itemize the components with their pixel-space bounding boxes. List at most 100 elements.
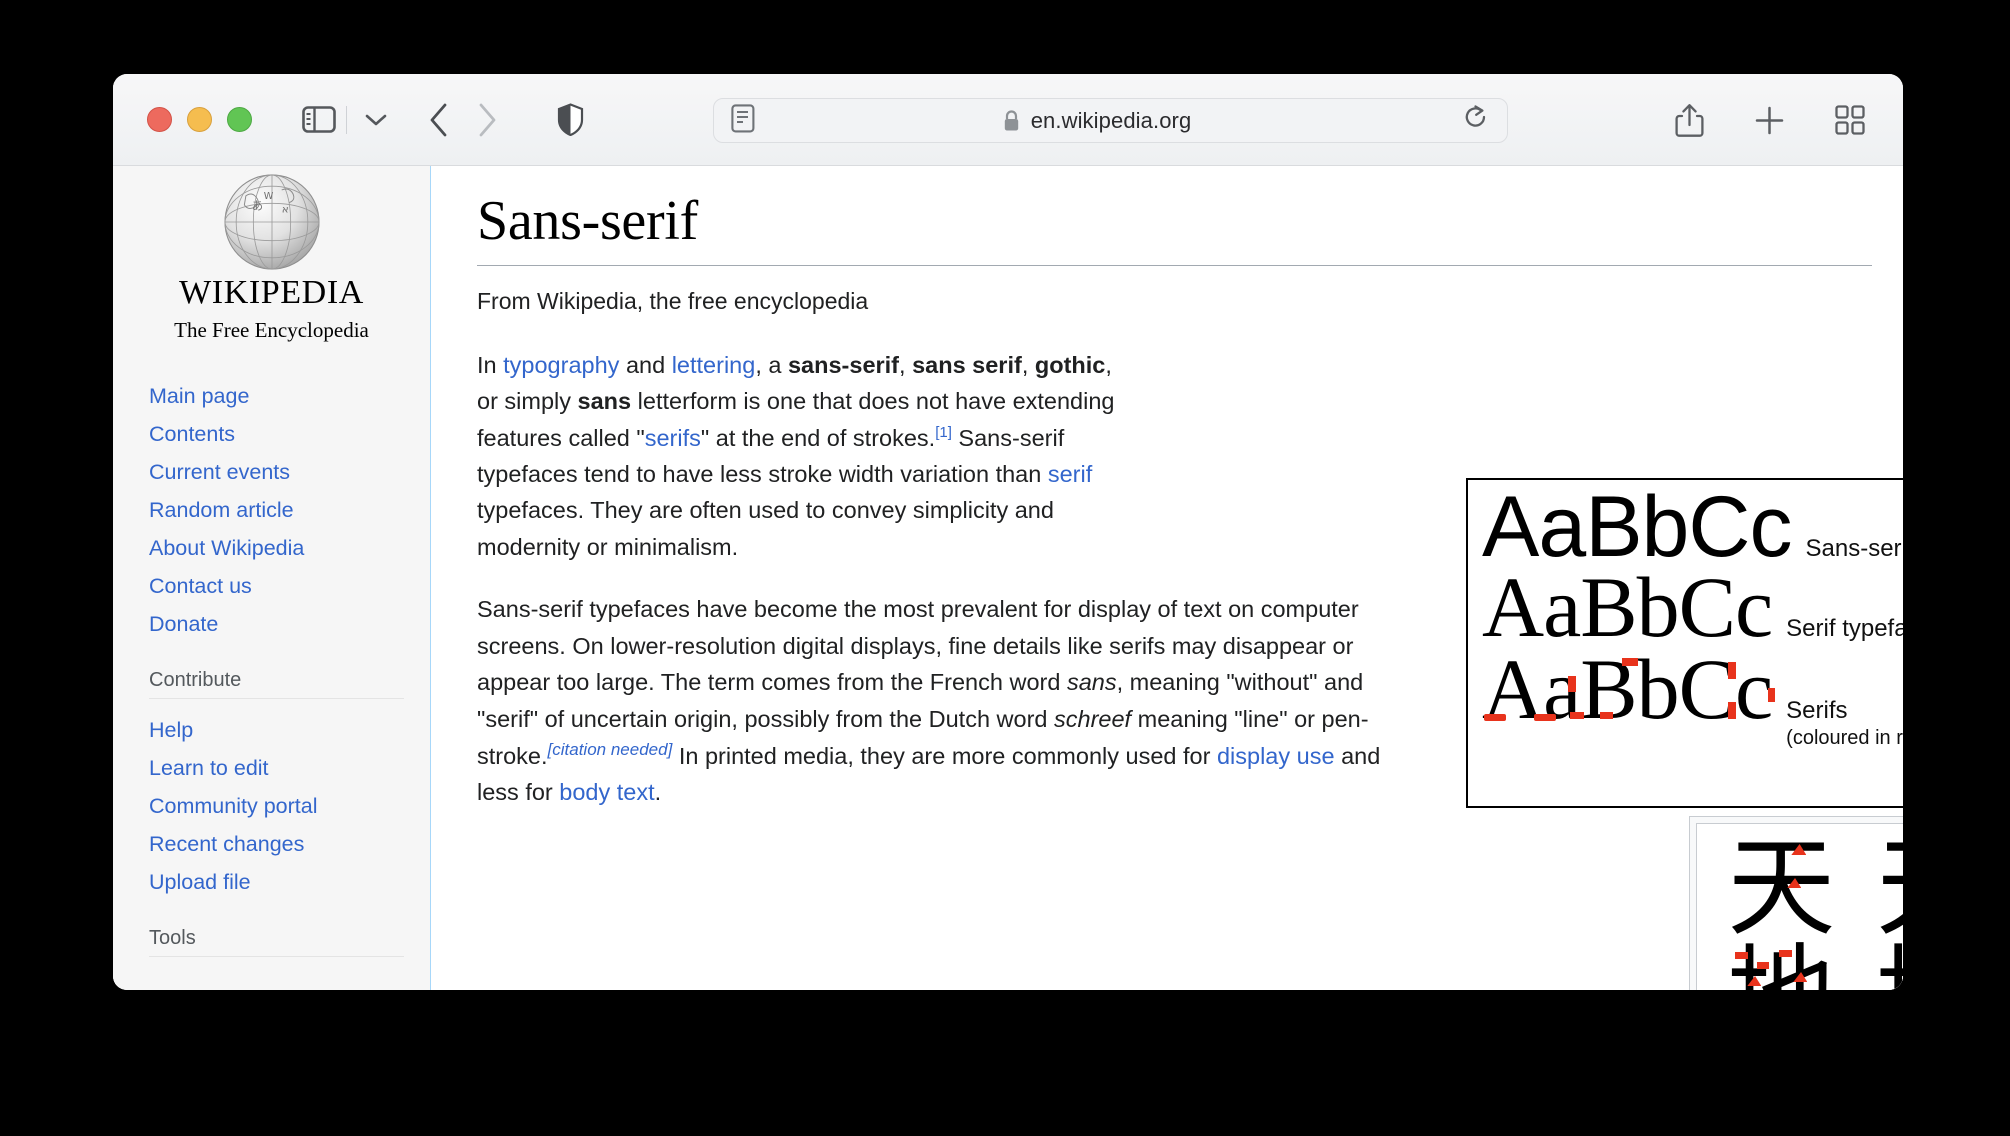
privacy-shield-icon — [557, 103, 584, 136]
cjk-sample-2: 天地 — [1857, 830, 1903, 990]
figure1-row-serif-highlighted: AaBbCc Serifs (coloured in r — [1468, 646, 1903, 751]
wikipedia-logo-block[interactable]: あ א W WIKIPEDIA The Free Encyclopedia — [113, 166, 430, 343]
serif-mark — [1779, 950, 1793, 957]
label-serif-red: Serifs (coloured in red) — [1786, 696, 1903, 751]
sidebar-item-contents[interactable]: Contents — [149, 415, 404, 453]
sidebar-item-contact-us[interactable]: Contact us — [149, 567, 404, 605]
cjk-chars-wrapper-1: 天地 — [1709, 830, 1835, 990]
title-divider — [477, 264, 1872, 266]
plus-icon — [1755, 106, 1784, 134]
figure1-row-sans: AaBbCc Sans-serif typeface — [1468, 484, 1903, 570]
toolbar-right-group — [1675, 74, 1865, 166]
cjk-typeface-figure[interactable]: 天地 天地 天地 — [1689, 816, 1903, 990]
serif-mark — [1728, 662, 1736, 679]
sidebar-heading-contribute: Contribute — [149, 669, 404, 699]
chevron-down-icon — [365, 114, 387, 125]
new-tab-button[interactable] — [1754, 105, 1785, 136]
sidebar-item-current-events[interactable]: Current events — [149, 453, 404, 491]
serif-mark — [1568, 676, 1576, 692]
sample-serif-red-wrapper: AaBbCc — [1482, 646, 1775, 732]
chevron-left-icon — [430, 103, 447, 136]
sidebar-options-button[interactable] — [361, 113, 391, 127]
browser-toolbar: en.wikipedia.org — [113, 74, 1903, 166]
sample-serif: AaBbCc — [1482, 559, 1773, 655]
sidebar-toggle-button[interactable] — [302, 106, 336, 133]
sidebar-item-random-article[interactable]: Random article — [149, 491, 404, 529]
wikipedia-sidebar: あ א W WIKIPEDIA The Free Encyclopedia Ma… — [113, 166, 431, 990]
window-controls — [147, 107, 252, 132]
link-serifs[interactable]: serifs — [645, 425, 701, 451]
svg-text:א: א — [281, 203, 288, 215]
lock-icon — [1004, 109, 1018, 130]
article-content: Sans-serif From Wikipedia, the free ency… — [431, 166, 1903, 990]
sidebar-item-recent-changes[interactable]: Recent changes — [149, 825, 404, 863]
label-serifs-subtext: (coloured in red) — [1786, 727, 1903, 749]
link-body-text[interactable]: body text — [559, 779, 654, 805]
serif-mark — [1735, 952, 1749, 959]
wikipedia-tagline: The Free Encyclopedia — [174, 318, 369, 342]
article-paragraph-2: Sans-serif typefaces have become the mos… — [477, 591, 1397, 810]
reload-button[interactable] — [1463, 104, 1489, 137]
wikipedia-globe-icon: あ א W — [223, 174, 320, 270]
label-sans-serif: Sans-serif typeface — [1805, 535, 1904, 562]
privacy-report-button[interactable] — [557, 103, 584, 136]
forward-button[interactable] — [477, 103, 497, 137]
share-button[interactable] — [1675, 103, 1704, 138]
maximize-button[interactable] — [227, 107, 252, 132]
serif-mark — [1484, 714, 1506, 721]
sidebar-section-navigation: Main page Contents Current events Random… — [113, 377, 430, 643]
tab-overview-button[interactable] — [1835, 105, 1865, 135]
svg-text:W: W — [263, 191, 273, 202]
term-sans-serif-alt: sans serif — [912, 351, 1022, 378]
link-serif[interactable]: serif — [1048, 461, 1092, 487]
p1-t4: , — [899, 351, 913, 378]
svg-text:あ: あ — [251, 199, 262, 212]
p2-t4: In printed media, they are more commonly… — [672, 742, 1217, 769]
p1-t5: , — [1021, 351, 1035, 378]
sidebar-item-learn-to-edit[interactable]: Learn to edit — [149, 749, 404, 787]
reference-1[interactable]: [1] — [935, 424, 952, 441]
link-display-use[interactable]: display use — [1217, 743, 1335, 769]
serif-mark — [1728, 702, 1736, 719]
foreign-word-sans: sans — [1066, 669, 1117, 696]
sidebar-item-about-wikipedia[interactable]: About Wikipedia — [149, 529, 404, 567]
browser-window: en.wikipedia.org あ א W WIKIPEDIA The Fre… — [113, 74, 1903, 990]
sidebar-item-main-page[interactable]: Main page — [149, 377, 404, 415]
cjk-figure-inner: 天地 天地 天地 — [1696, 823, 1903, 990]
url-text: en.wikipedia.org — [1030, 107, 1192, 133]
minimize-button[interactable] — [187, 107, 212, 132]
p1-t8: " at the end of strokes. — [700, 424, 936, 451]
sidebar-item-donate[interactable]: Donate — [149, 605, 404, 643]
sidebar-item-upload-file[interactable]: Upload file — [149, 863, 404, 901]
term-sans-serif: sans-serif — [787, 351, 900, 378]
link-lettering[interactable]: lettering — [672, 352, 756, 378]
serif-mark — [1570, 712, 1584, 719]
cjk-column-highlighted: 天地 — [1709, 830, 1835, 990]
article-paragraph-1: In typography and lettering, a sans-seri… — [477, 347, 1137, 566]
sidebar-item-community-portal[interactable]: Community portal — [149, 787, 404, 825]
page-viewport: あ א W WIKIPEDIA The Free Encyclopedia Ma… — [113, 166, 1903, 990]
article-subtitle: From Wikipedia, the free encyclopedia — [477, 287, 869, 314]
share-icon — [1675, 103, 1704, 137]
p1-t10: typefaces. They are often used to convey… — [477, 497, 1054, 560]
reload-icon — [1465, 105, 1486, 127]
citation-needed-link[interactable]: [citation needed] — [548, 740, 673, 759]
figure1-row-serif: AaBbCc Serif typeface — [1468, 564, 1903, 650]
label-serifs-text: Serifs — [1786, 697, 1848, 724]
sidebar-section-tools: Tools — [113, 927, 430, 957]
sidebar-item-help[interactable]: Help — [149, 711, 404, 749]
back-button[interactable] — [429, 103, 449, 137]
sidebar-icon — [302, 106, 336, 133]
wikipedia-wordmark: WIKIPEDIA — [179, 274, 364, 311]
term-gothic: gothic — [1034, 351, 1106, 378]
url-display[interactable]: en.wikipedia.org — [731, 108, 1463, 134]
address-bar[interactable]: en.wikipedia.org — [713, 98, 1508, 143]
foreign-word-schreef: schreef — [1054, 705, 1132, 732]
typeface-comparison-figure[interactable]: AaBbCc Sans-serif typeface AaBbCc Serif … — [1466, 478, 1903, 808]
cjk-sample-1: 天地 — [1709, 830, 1835, 990]
cjk-column-serif: 天地 — [1857, 830, 1903, 990]
link-typography[interactable]: typography — [503, 352, 619, 378]
sidebar-heading-tools: Tools — [149, 927, 404, 957]
p1-t2: and — [619, 351, 672, 378]
close-button[interactable] — [147, 107, 172, 132]
